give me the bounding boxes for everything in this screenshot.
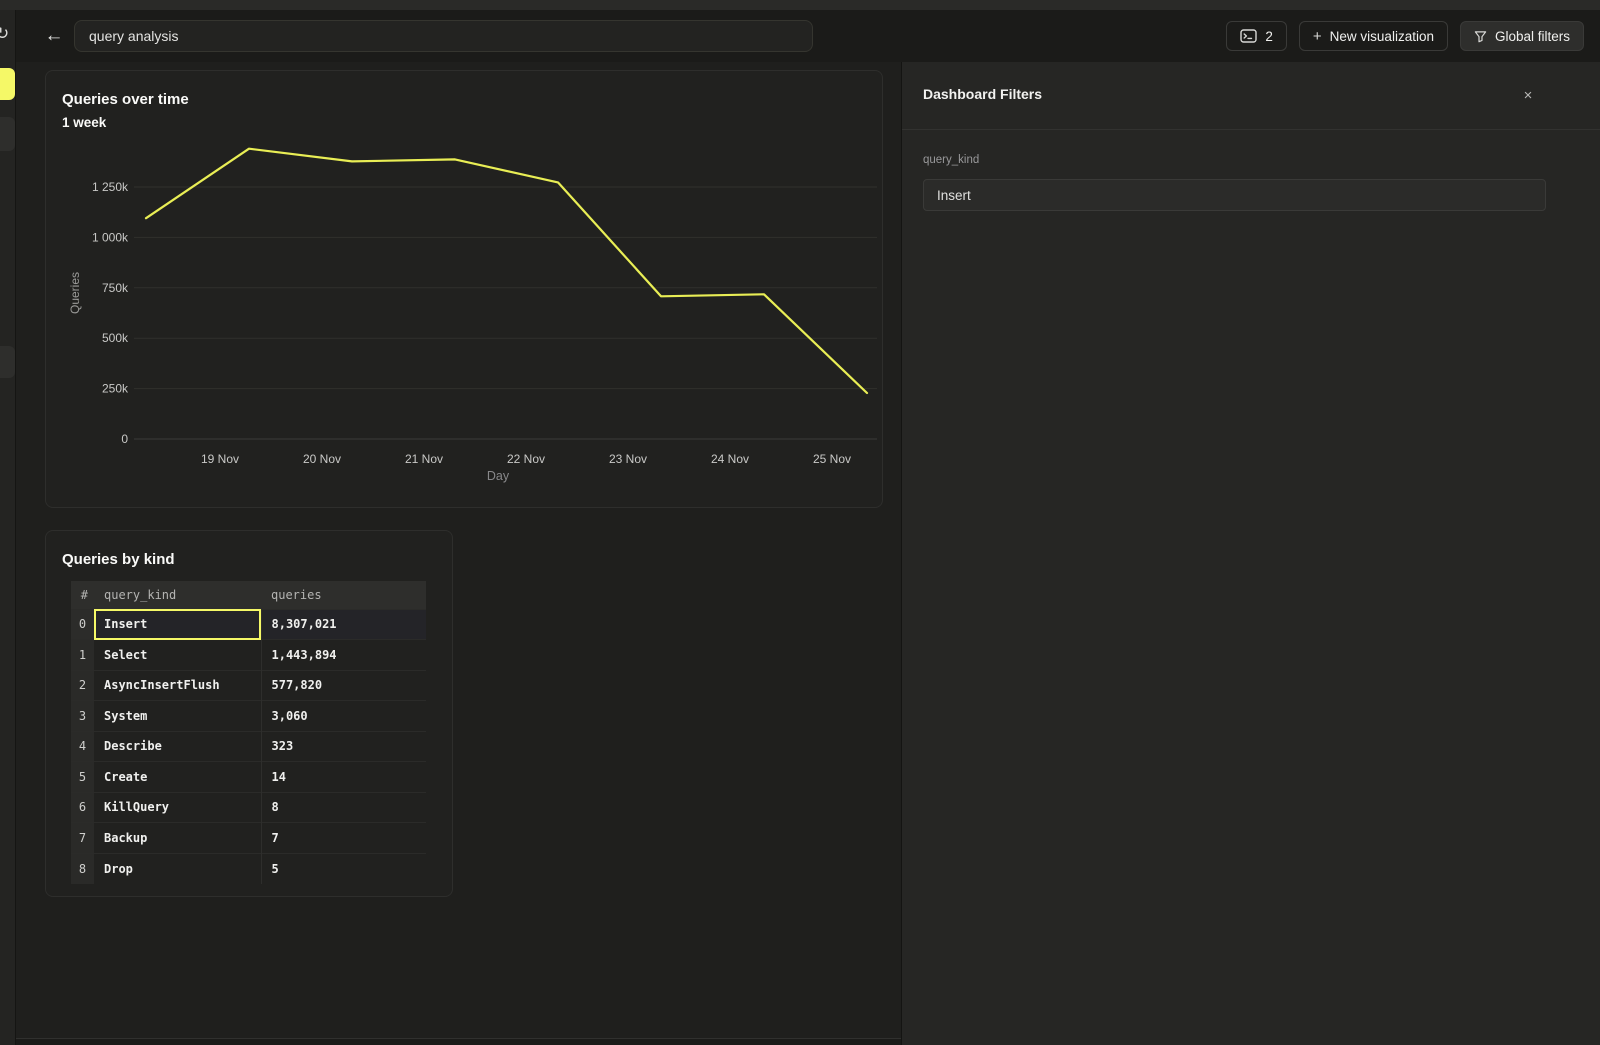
sidebar-item-active[interactable] — [0, 68, 15, 100]
row-index-cell[interactable]: 6 — [71, 792, 94, 823]
col-header-query-kind[interactable]: query_kind — [94, 581, 261, 609]
queries-value-cell[interactable]: 5 — [261, 853, 426, 884]
collapsed-sidebar[interactable]: ↻ — [0, 10, 16, 1045]
queries-value-cell[interactable]: 14 — [261, 762, 426, 793]
row-index-cell[interactable]: 3 — [71, 701, 94, 732]
table-row[interactable]: 0Insert8,307,021 — [71, 609, 426, 640]
table-header-row: # query_kind queries — [71, 581, 426, 609]
query-kind-cell[interactable]: System — [94, 701, 261, 732]
funnel-icon — [1474, 30, 1487, 43]
x-axis-labels: 19 Nov 20 Nov 21 Nov 22 Nov 23 Nov 24 Nov 25 N… — [201, 452, 851, 466]
row-index-cell[interactable]: 4 — [71, 731, 94, 762]
svg-text:20 Nov: 20 Nov — [303, 452, 341, 466]
table-row[interactable]: 8Drop5 — [71, 853, 426, 884]
svg-text:24 Nov: 24 Nov — [711, 452, 749, 466]
query-kind-cell[interactable]: Describe — [94, 731, 261, 762]
filters-panel-header: Dashboard Filters × — [902, 62, 1600, 130]
queries-value-cell[interactable]: 8 — [261, 792, 426, 823]
queries-value-cell[interactable]: 323 — [261, 731, 426, 762]
window-top-strip — [0, 0, 1600, 10]
row-index-cell[interactable]: 5 — [71, 762, 94, 793]
dashboard-canvas: Queries over time 1 week 0250k500k750k1 … — [16, 62, 901, 1045]
top-toolbar: ← 2 + New visualization Global filters — [16, 10, 1600, 62]
svg-text:1 250k: 1 250k — [92, 180, 129, 194]
global-filters-label: Global filters — [1495, 29, 1570, 44]
filters-panel-title: Dashboard Filters — [923, 86, 1042, 102]
table-row[interactable]: 2AsyncInsertFlush577,820 — [71, 670, 426, 701]
queries-by-kind-card[interactable]: Queries by kind # query_kind queries 0In… — [45, 530, 453, 897]
below-fold-card-edge — [16, 1038, 901, 1045]
row-index-cell[interactable]: 7 — [71, 823, 94, 854]
query-kind-cell[interactable]: Select — [94, 640, 261, 671]
toolbar-actions: 2 + New visualization Global filters — [1226, 21, 1584, 51]
svg-text:1 000k: 1 000k — [92, 230, 129, 244]
y-axis-labels: 0 250k 500k 750k 1 000k 1 250k — [92, 180, 129, 446]
queries-value-cell[interactable]: 577,820 — [261, 670, 426, 701]
queries-by-kind-table: # query_kind queries 0Insert8,307,0211Se… — [71, 581, 426, 884]
svg-text:750k: 750k — [102, 281, 129, 295]
history-icon[interactable]: ↻ — [0, 24, 9, 44]
query-kind-filter-input[interactable] — [923, 179, 1546, 211]
queries-value-cell[interactable]: 1,443,894 — [261, 640, 426, 671]
svg-text:250k: 250k — [102, 382, 129, 396]
new-visualization-button[interactable]: + New visualization — [1299, 21, 1448, 51]
table-row[interactable]: 6KillQuery8 — [71, 792, 426, 823]
plus-icon: + — [1313, 28, 1322, 45]
sql-console-button[interactable]: 2 — [1226, 21, 1287, 51]
queries-value-cell[interactable]: 8,307,021 — [261, 609, 426, 640]
dashboard-title-input[interactable] — [74, 20, 813, 52]
svg-text:19 Nov: 19 Nov — [201, 452, 239, 466]
svg-text:22 Nov: 22 Nov — [507, 452, 545, 466]
table-title: Queries by kind — [62, 551, 175, 568]
table-row[interactable]: 7Backup7 — [71, 823, 426, 854]
table-row[interactable]: 3System3,060 — [71, 701, 426, 732]
svg-text:0: 0 — [121, 432, 128, 446]
queries-value-cell[interactable]: 3,060 — [261, 701, 426, 732]
table-row[interactable]: 5Create14 — [71, 762, 426, 793]
table-row[interactable]: 1Select1,443,894 — [71, 640, 426, 671]
row-index-cell[interactable]: 8 — [71, 853, 94, 884]
query-kind-cell[interactable]: Drop — [94, 853, 261, 884]
table-row[interactable]: 4Describe323 — [71, 731, 426, 762]
row-index-cell[interactable]: 0 — [71, 609, 94, 640]
query-kind-cell[interactable]: Backup — [94, 823, 261, 854]
svg-text:25 Nov: 25 Nov — [813, 452, 851, 466]
svg-text:21 Nov: 21 Nov — [405, 452, 443, 466]
back-button[interactable]: ← — [40, 22, 68, 50]
x-axis-title: Day — [487, 469, 510, 483]
gridlines — [134, 187, 877, 439]
y-axis-title: Queries — [68, 272, 82, 314]
row-index-cell[interactable]: 2 — [71, 670, 94, 701]
new-visualization-label: New visualization — [1330, 29, 1434, 44]
sidebar-item[interactable] — [0, 117, 15, 151]
filter-field-label: query_kind — [923, 154, 979, 166]
console-count: 2 — [1265, 29, 1273, 44]
col-header-queries[interactable]: queries — [261, 581, 426, 609]
row-index-cell[interactable]: 1 — [71, 640, 94, 671]
dashboard-filters-panel: Dashboard Filters × query_kind — [901, 62, 1600, 1045]
sidebar-item[interactable] — [0, 346, 15, 378]
query-kind-cell[interactable]: Insert — [94, 609, 261, 640]
col-header-index[interactable]: # — [71, 581, 94, 609]
queries-series-line — [146, 149, 867, 393]
query-kind-cell[interactable]: KillQuery — [94, 792, 261, 823]
query-kind-cell[interactable]: AsyncInsertFlush — [94, 670, 261, 701]
svg-text:500k: 500k — [102, 331, 129, 345]
query-kind-cell[interactable]: Create — [94, 762, 261, 793]
svg-text:23 Nov: 23 Nov — [609, 452, 647, 466]
close-icon[interactable]: × — [1516, 83, 1540, 107]
queries-value-cell[interactable]: 7 — [261, 823, 426, 854]
queries-over-time-card[interactable]: Queries over time 1 week 0250k500k750k1 … — [45, 70, 883, 508]
terminal-icon — [1240, 29, 1257, 43]
global-filters-button[interactable]: Global filters — [1460, 21, 1584, 51]
queries-line-chart: 0 250k 500k 750k 1 000k 1 250k Queries 19 Nov 20… — [46, 71, 884, 509]
